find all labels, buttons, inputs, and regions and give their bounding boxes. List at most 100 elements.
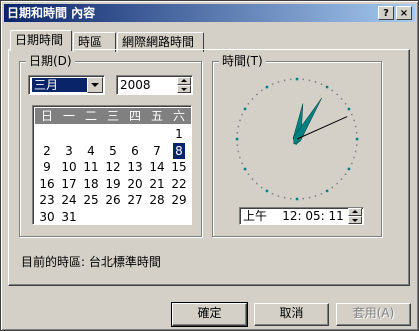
minute-tick bbox=[239, 156, 241, 159]
minute-tick bbox=[261, 186, 263, 189]
minute-tick bbox=[290, 78, 292, 81]
weekday-header: 日一二三四五六 bbox=[35, 108, 191, 124]
month-value: 三月 bbox=[32, 78, 87, 92]
year-spinner[interactable]: 2008 bbox=[116, 75, 193, 95]
minute-tick bbox=[308, 79, 311, 82]
close-icon: × bbox=[399, 8, 409, 19]
calendar-day[interactable]: 11 bbox=[80, 159, 102, 175]
ok-button[interactable]: 確定 bbox=[171, 302, 248, 327]
calendar-day[interactable]: 5 bbox=[102, 143, 124, 159]
weekday-label: 六 bbox=[172, 109, 185, 123]
year-up-button[interactable] bbox=[177, 77, 191, 85]
arrow-up-icon bbox=[352, 210, 358, 213]
calendar-day[interactable]: 13 bbox=[124, 159, 146, 175]
time-down-button[interactable] bbox=[348, 216, 362, 224]
cancel-button-label: 取消 bbox=[279, 306, 304, 320]
calendar-day[interactable]: 14 bbox=[146, 159, 168, 175]
calendar-day[interactable]: 25 bbox=[80, 192, 102, 208]
time-group-label: 時間(T) bbox=[219, 54, 266, 68]
analog-clock bbox=[235, 77, 359, 201]
calendar-day[interactable]: 21 bbox=[146, 176, 168, 192]
minute-tick bbox=[314, 195, 317, 197]
help-button[interactable]: ? bbox=[378, 6, 394, 20]
arrow-down-icon bbox=[352, 219, 358, 222]
close-button[interactable]: × bbox=[396, 6, 412, 20]
minute-tick bbox=[336, 93, 338, 96]
minute-tick bbox=[261, 89, 263, 92]
minute-tick bbox=[277, 195, 280, 197]
calendar-day[interactable]: 23 bbox=[36, 192, 58, 208]
hour-tick bbox=[325, 85, 329, 89]
weekday-label: 三 bbox=[106, 109, 119, 123]
chevron-down-icon bbox=[91, 83, 99, 87]
calendar-day[interactable]: 1 bbox=[168, 126, 190, 142]
minute-tick bbox=[308, 196, 311, 199]
calendar-day[interactable]: 28 bbox=[146, 192, 168, 208]
calendar-day[interactable]: 20 bbox=[124, 176, 146, 192]
minute-tick bbox=[340, 98, 343, 100]
calendar-day[interactable]: 15 bbox=[168, 159, 190, 175]
month-dropdown-arrow[interactable] bbox=[87, 77, 103, 93]
help-icon: ? bbox=[383, 8, 389, 19]
calendar-day[interactable]: 12 bbox=[102, 159, 124, 175]
calendar-day[interactable]: 29 bbox=[168, 192, 190, 208]
date-time-properties-dialog: 日期和時間 內容 ? × 日期時間 時區 網際網路時間 日期(D) 三月 200… bbox=[0, 0, 419, 331]
calendar-day[interactable]: 26 bbox=[102, 192, 124, 208]
minute-tick bbox=[302, 197, 304, 200]
calendar-day[interactable]: 22 bbox=[168, 176, 190, 192]
tab-date-time[interactable]: 日期時間 bbox=[10, 30, 72, 51]
minute-tick bbox=[271, 83, 274, 85]
calendar-day[interactable]: 8 bbox=[173, 142, 185, 159]
time-up-button[interactable] bbox=[348, 208, 362, 216]
time-value[interactable]: 上午 12: 05: 11 bbox=[243, 209, 344, 223]
calendar-day[interactable]: 10 bbox=[58, 159, 80, 175]
calendar-day[interactable]: 18 bbox=[80, 176, 102, 192]
date-group-label: 日期(D) bbox=[26, 54, 75, 68]
ok-button-label: 確定 bbox=[197, 306, 222, 320]
current-timezone-text: 目前的時區: 台北標準時間 bbox=[21, 255, 161, 269]
weekday-label: 四 bbox=[128, 109, 141, 123]
hour-tick bbox=[355, 137, 359, 141]
hour-tick bbox=[325, 189, 329, 193]
minute-tick bbox=[331, 186, 333, 189]
minute-tick bbox=[340, 178, 343, 180]
time-digits: 12: 05: 11 bbox=[282, 209, 344, 223]
month-dropdown[interactable]: 三月 bbox=[28, 75, 105, 95]
calendar-day[interactable]: 27 bbox=[124, 192, 146, 208]
cancel-button[interactable]: 取消 bbox=[254, 303, 329, 326]
calendar-day[interactable]: 6 bbox=[124, 143, 146, 159]
calendar-day[interactable]: 7 bbox=[146, 143, 168, 159]
minute-tick bbox=[283, 79, 286, 82]
calendar-day[interactable]: 30 bbox=[36, 209, 58, 225]
calendar-day[interactable]: 17 bbox=[58, 176, 80, 192]
minute-tick bbox=[237, 150, 240, 153]
year-down-button[interactable] bbox=[177, 85, 191, 93]
weekday-label: 一 bbox=[62, 109, 75, 123]
arrow-up-icon bbox=[181, 79, 187, 82]
hour-tick bbox=[243, 107, 247, 111]
minute-tick bbox=[236, 132, 239, 134]
calendar-day[interactable]: 24 bbox=[58, 192, 80, 208]
time-spinner[interactable]: 上午 12: 05: 11 bbox=[239, 207, 364, 225]
minute-tick bbox=[251, 98, 254, 100]
calendar-day[interactable]: 16 bbox=[36, 176, 58, 192]
minute-tick bbox=[353, 156, 355, 159]
minute-tick bbox=[247, 103, 250, 105]
calendar-day[interactable]: 2 bbox=[36, 143, 58, 159]
minute-tick bbox=[353, 119, 355, 122]
hour-tick bbox=[347, 107, 351, 111]
calendar-day[interactable]: 4 bbox=[80, 143, 102, 159]
minute-tick bbox=[354, 125, 357, 128]
minute-tick bbox=[251, 178, 254, 180]
calendar-day[interactable]: 31 bbox=[58, 209, 80, 225]
minute-tick bbox=[237, 125, 240, 128]
apply-button[interactable]: 套用(A) bbox=[336, 303, 411, 326]
minute-tick bbox=[331, 89, 333, 92]
hour-tick bbox=[243, 167, 247, 171]
calendar-day[interactable]: 3 bbox=[58, 143, 80, 159]
minute-tick bbox=[351, 113, 353, 116]
calendar-day[interactable]: 19 bbox=[102, 176, 124, 192]
title-bar: 日期和時間 內容 ? × bbox=[4, 4, 415, 22]
minute-tick bbox=[354, 150, 357, 153]
calendar-day[interactable]: 9 bbox=[36, 159, 58, 175]
